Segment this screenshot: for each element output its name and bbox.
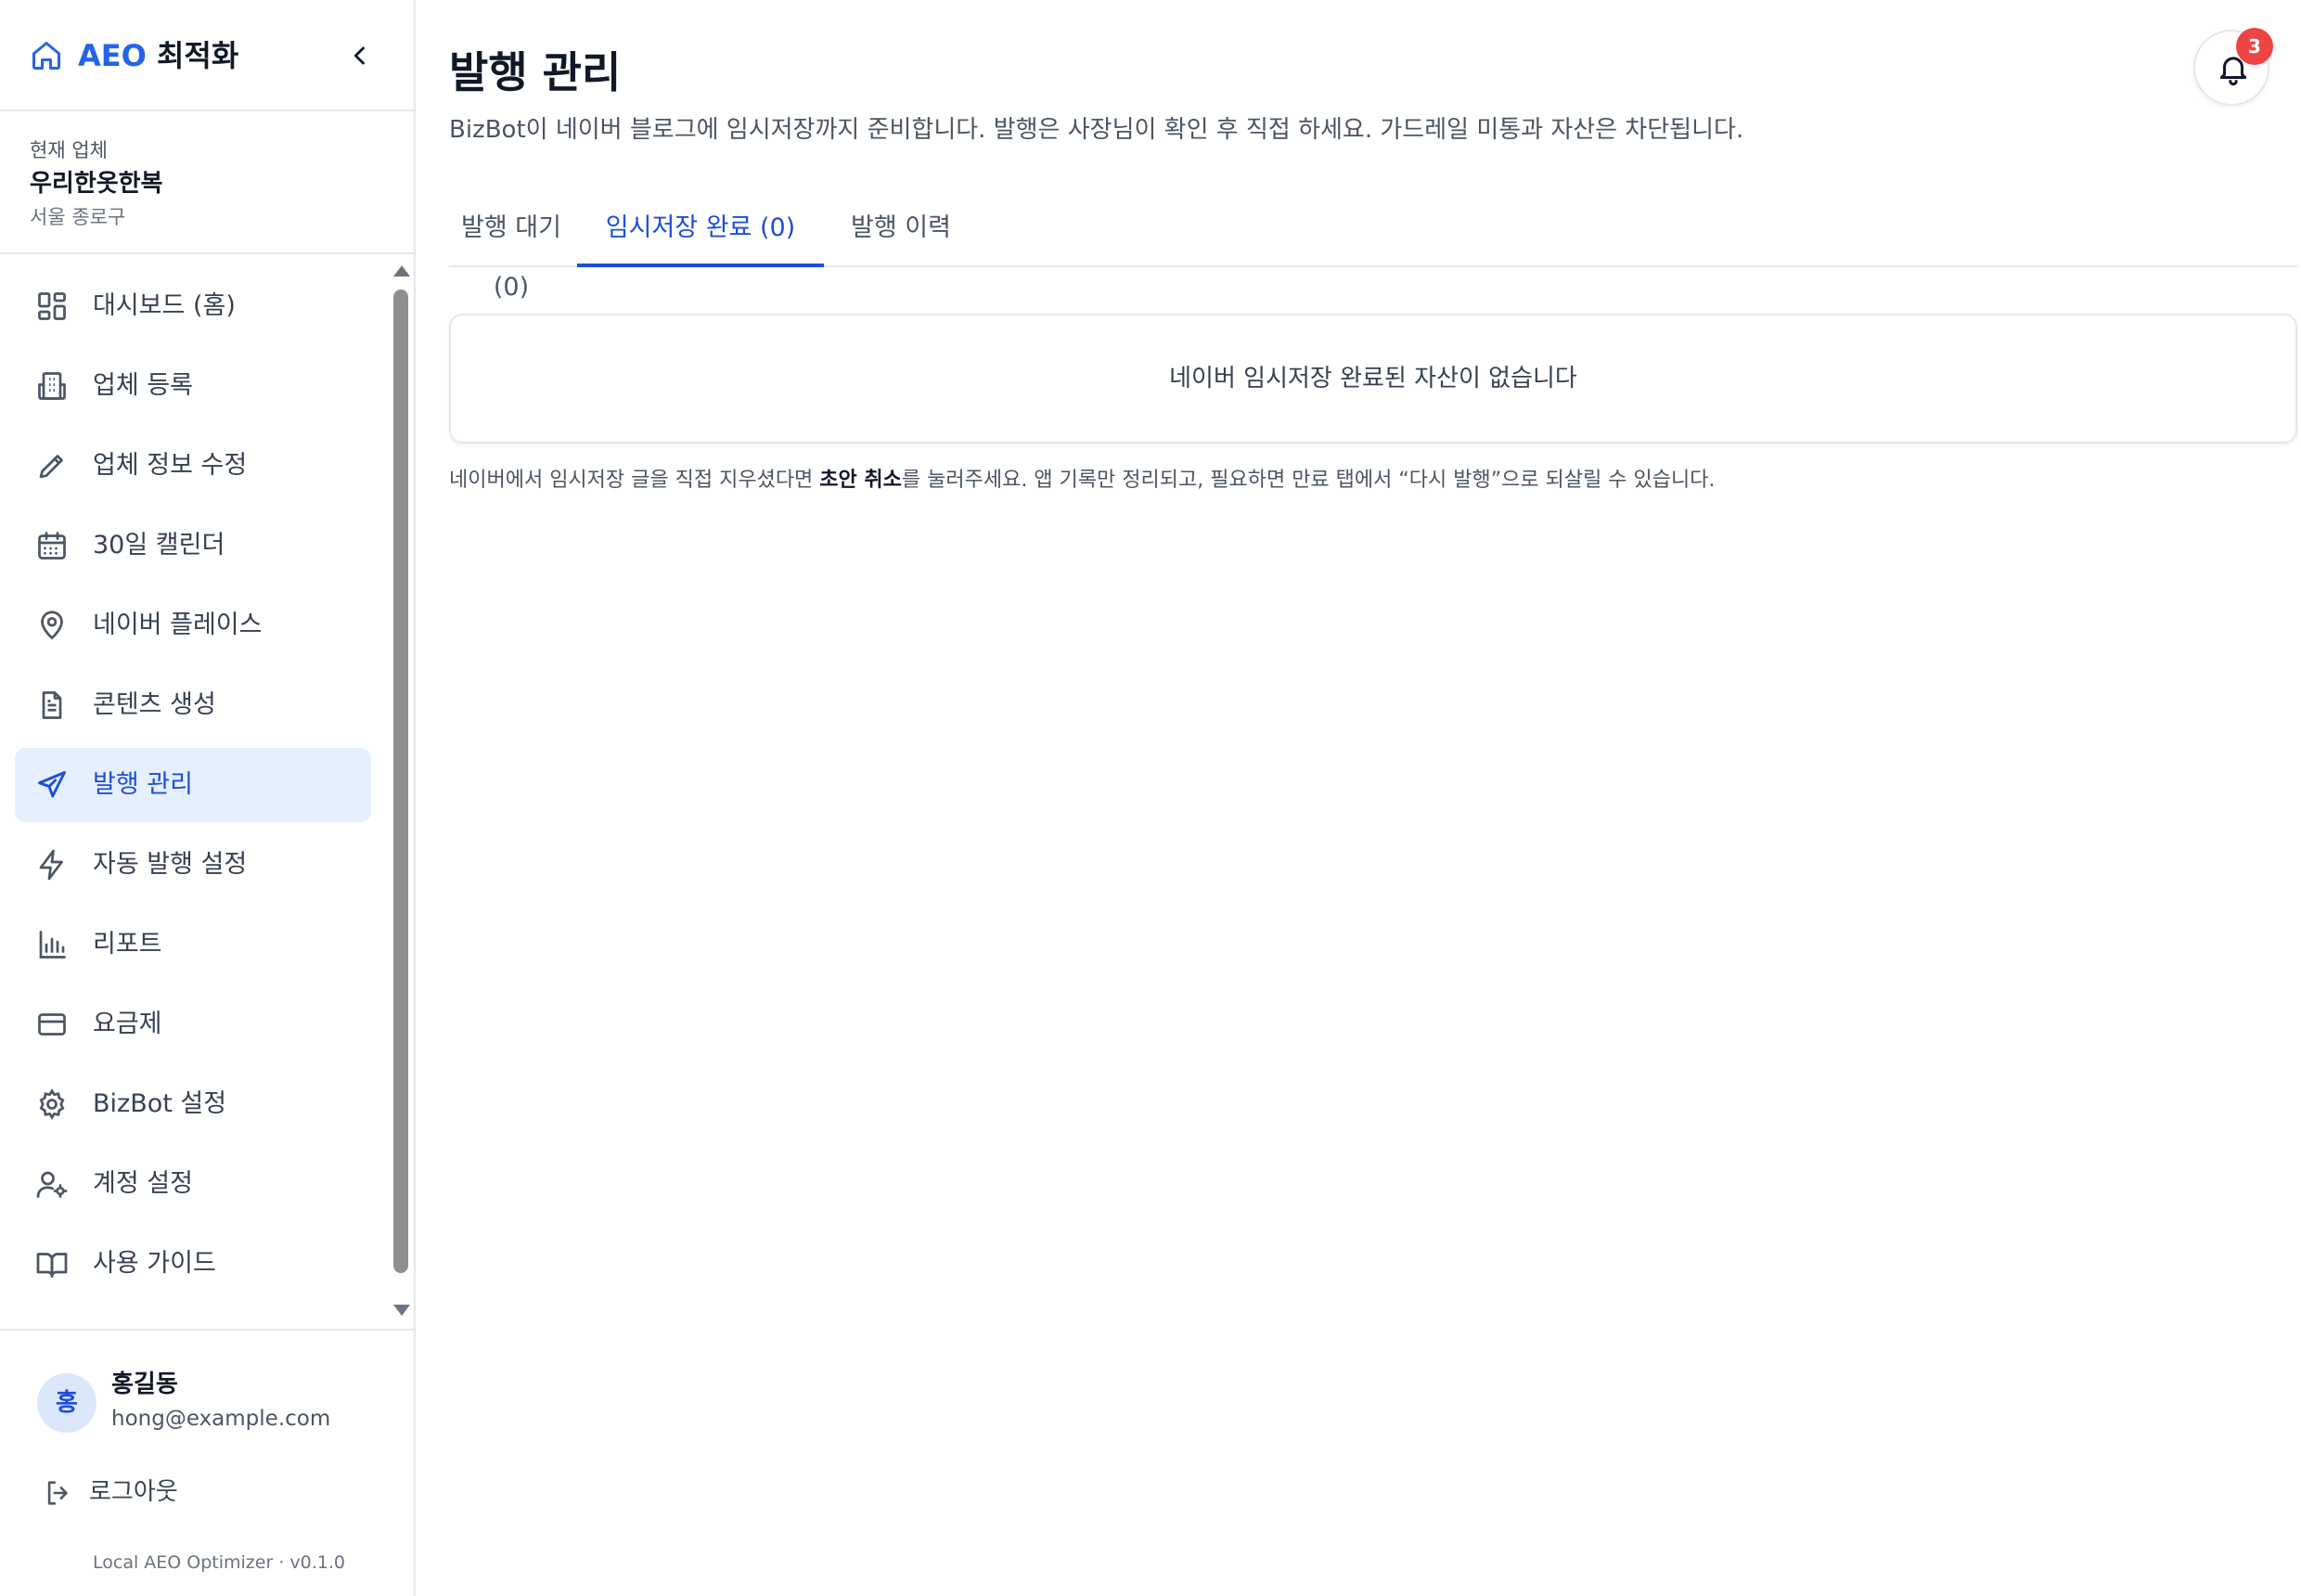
current-business: 현재 업체 우리한옷한복 서울 종로구 [0, 113, 414, 254]
main-content: 발행 관리 BizBot이 네이버 블로그에 임시저장까지 준비합니다. 발행은… [416, 0, 2301, 1596]
chevron-left-icon[interactable] [347, 41, 373, 71]
book-icon [35, 1247, 69, 1281]
sidebar-item-report[interactable]: 리포트 [15, 907, 371, 982]
empty-state-card: 네이버 임시저장 완료된 자산이 없습니다 [449, 314, 2297, 444]
sidebar-item-account-settings[interactable]: 계정 설정 [15, 1147, 371, 1221]
scroll-up-arrow-icon[interactable] [393, 265, 410, 277]
sidebar-item-label: 계정 설정 [93, 1169, 193, 1198]
sidebar-item-label: 발행 관리 [93, 770, 193, 799]
brand-rest: 최적화 [156, 38, 239, 73]
sidebar-item-label: 자동 발행 설정 [93, 850, 248, 879]
notification-count-badge: 3 [2236, 28, 2273, 65]
scroll-down-arrow-icon[interactable] [393, 1305, 410, 1316]
sidebar-item-pricing[interactable]: 요금제 [15, 987, 371, 1062]
sidebar-item-label: 30일 캘린더 [93, 531, 225, 560]
brand-title[interactable]: AEO 최적화 [78, 33, 238, 78]
brand-accent: AEO [78, 38, 147, 73]
sidebar-nav: 대시보드 (홈) 업체 등록 업체 정보 수정 30일 캘린더 네이버 플레이스… [0, 258, 414, 1325]
sidebar-item-label: 업체 정보 수정 [93, 451, 248, 480]
scrollbar-thumb[interactable] [393, 290, 408, 1273]
logout-label: 로그아웃 [89, 1478, 178, 1506]
help-text-start: 네이버에서 임시저장 글을 직접 지우셨다면 [449, 469, 820, 492]
sidebar-item-label: 사용 가이드 [93, 1249, 216, 1278]
brand-header: AEO 최적화 [0, 0, 414, 111]
credit-card-icon [35, 1008, 69, 1041]
building-icon [35, 369, 69, 403]
sidebar-item-auto-publish[interactable]: 자동 발행 설정 [15, 828, 371, 902]
help-text: 네이버에서 임시저장 글을 직접 지우셨다면 초안 취소를 눌러주세요. 앱 기… [449, 464, 1716, 497]
send-icon [35, 768, 69, 802]
app-root: AEO 최적화 현재 업체 우리한옷한복 서울 종로구 대시보드 (홈) 업체 … [0, 0, 2301, 1596]
business-caption: 현재 업체 [30, 139, 108, 161]
logout-button[interactable]: 로그아웃 [28, 1466, 306, 1518]
help-text-end: 를 눌러주세요. 앱 기록만 정리되고, 필요하면 만료 탭에서 “다시 발행”… [901, 469, 1716, 492]
sidebar: AEO 최적화 현재 업체 우리한옷한복 서울 종로구 대시보드 (홈) 업체 … [0, 0, 416, 1596]
gear-icon [35, 1088, 69, 1121]
empty-state-message: 네이버 임시저장 완료된 자산이 없습니다 [1169, 365, 1577, 393]
sidebar-item-bizbot-settings[interactable]: BizBot 설정 [15, 1067, 371, 1141]
dashboard-icon [35, 290, 69, 323]
business-name: 우리한옷한복 [30, 170, 163, 198]
business-location: 서울 종로구 [30, 206, 126, 228]
sidebar-item-label: 리포트 [93, 930, 162, 959]
avatar[interactable]: 홍 [37, 1373, 96, 1433]
page-subtitle: BizBot이 네이버 블로그에 임시저장까지 준비합니다. 발행은 사장님이 … [449, 116, 1744, 144]
tab-draft-saved[interactable]: 임시저장 완료 (0) [577, 199, 824, 267]
help-text-bold: 초안 취소 [819, 469, 902, 492]
user-name: 홍길동 [111, 1371, 178, 1398]
user-email: hong@example.com [111, 1407, 331, 1431]
document-icon [35, 689, 69, 722]
sidebar-item-business-edit[interactable]: 업체 정보 수정 [15, 429, 371, 503]
map-pin-icon [35, 609, 69, 642]
sidebar-item-guide[interactable]: 사용 가이드 [15, 1227, 371, 1301]
publish-tabs: 발행 대기 (0) 임시저장 완료 (0) 발행 이력 [449, 199, 2297, 302]
sidebar-scrollbar[interactable] [390, 262, 412, 1321]
user-gear-icon [35, 1167, 69, 1201]
sidebar-item-content[interactable]: 콘텐츠 생성 [15, 668, 371, 742]
logout-icon [43, 1477, 74, 1509]
account-panel: 홍 홍길동 hong@example.com 로그아웃 Local AEO Op… [0, 1329, 414, 1596]
tab-pending[interactable]: 발행 대기 (0) [449, 199, 573, 302]
sidebar-item-dashboard[interactable]: 대시보드 (홈) [15, 269, 371, 343]
sidebar-item-label: 콘텐츠 생성 [93, 690, 216, 719]
calendar-icon [35, 529, 69, 562]
lightning-icon [35, 848, 69, 882]
sidebar-item-calendar[interactable]: 30일 캘린더 [15, 508, 371, 583]
bar-chart-icon [35, 928, 69, 961]
sidebar-item-business-register[interactable]: 업체 등록 [15, 349, 371, 423]
page-title: 발행 관리 [449, 47, 622, 97]
sidebar-item-label: 요금제 [93, 1010, 162, 1038]
sidebar-item-label: BizBot 설정 [93, 1089, 227, 1118]
tab-history[interactable]: 발행 이력 [839, 199, 963, 267]
sidebar-item-label: 네이버 플레이스 [93, 611, 263, 639]
home-icon[interactable] [30, 39, 63, 72]
pencil-icon [35, 449, 69, 483]
sidebar-item-naver-place[interactable]: 네이버 플레이스 [15, 588, 371, 663]
sidebar-item-publish[interactable]: 발행 관리 [15, 748, 371, 822]
sidebar-item-label: 대시보드 (홈) [93, 291, 236, 320]
app-version: Local AEO Optimizer · v0.1.0 [93, 1552, 345, 1573]
sidebar-item-label: 업체 등록 [93, 371, 193, 400]
